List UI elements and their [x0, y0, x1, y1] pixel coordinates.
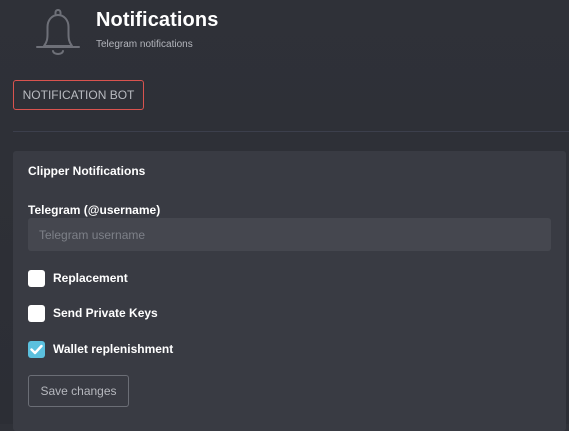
- bell-icon: [36, 9, 80, 55]
- wallet-replenishment-checkbox[interactable]: [28, 340, 45, 358]
- card-title: Clipper Notifications: [28, 164, 146, 178]
- send-private-keys-checkbox[interactable]: [28, 304, 45, 322]
- replacement-checkbox[interactable]: [28, 269, 45, 287]
- send-private-keys-label: Send Private Keys: [53, 306, 158, 320]
- page-title: Notifications: [96, 9, 219, 31]
- send-private-keys-option[interactable]: Send Private Keys: [28, 304, 158, 322]
- tab-notification-bot[interactable]: NOTIFICATION BOT: [13, 80, 144, 110]
- telegram-username-input[interactable]: [28, 218, 551, 251]
- checkmark-icon: [30, 344, 43, 354]
- replacement-label: Replacement: [53, 271, 128, 285]
- section-divider: [13, 131, 569, 132]
- page-header: Notifications Telegram notifications: [0, 0, 569, 70]
- clipper-notifications-card: Clipper Notifications Telegram (@usernam…: [13, 151, 566, 431]
- telegram-username-label: Telegram (@username): [28, 203, 161, 217]
- save-changes-button[interactable]: Save changes: [28, 375, 129, 407]
- wallet-replenishment-option[interactable]: Wallet replenishment: [28, 340, 173, 358]
- wallet-replenishment-label: Wallet replenishment: [53, 342, 174, 356]
- replacement-option[interactable]: Replacement: [28, 269, 128, 287]
- page-subtitle: Telegram notifications: [96, 39, 193, 50]
